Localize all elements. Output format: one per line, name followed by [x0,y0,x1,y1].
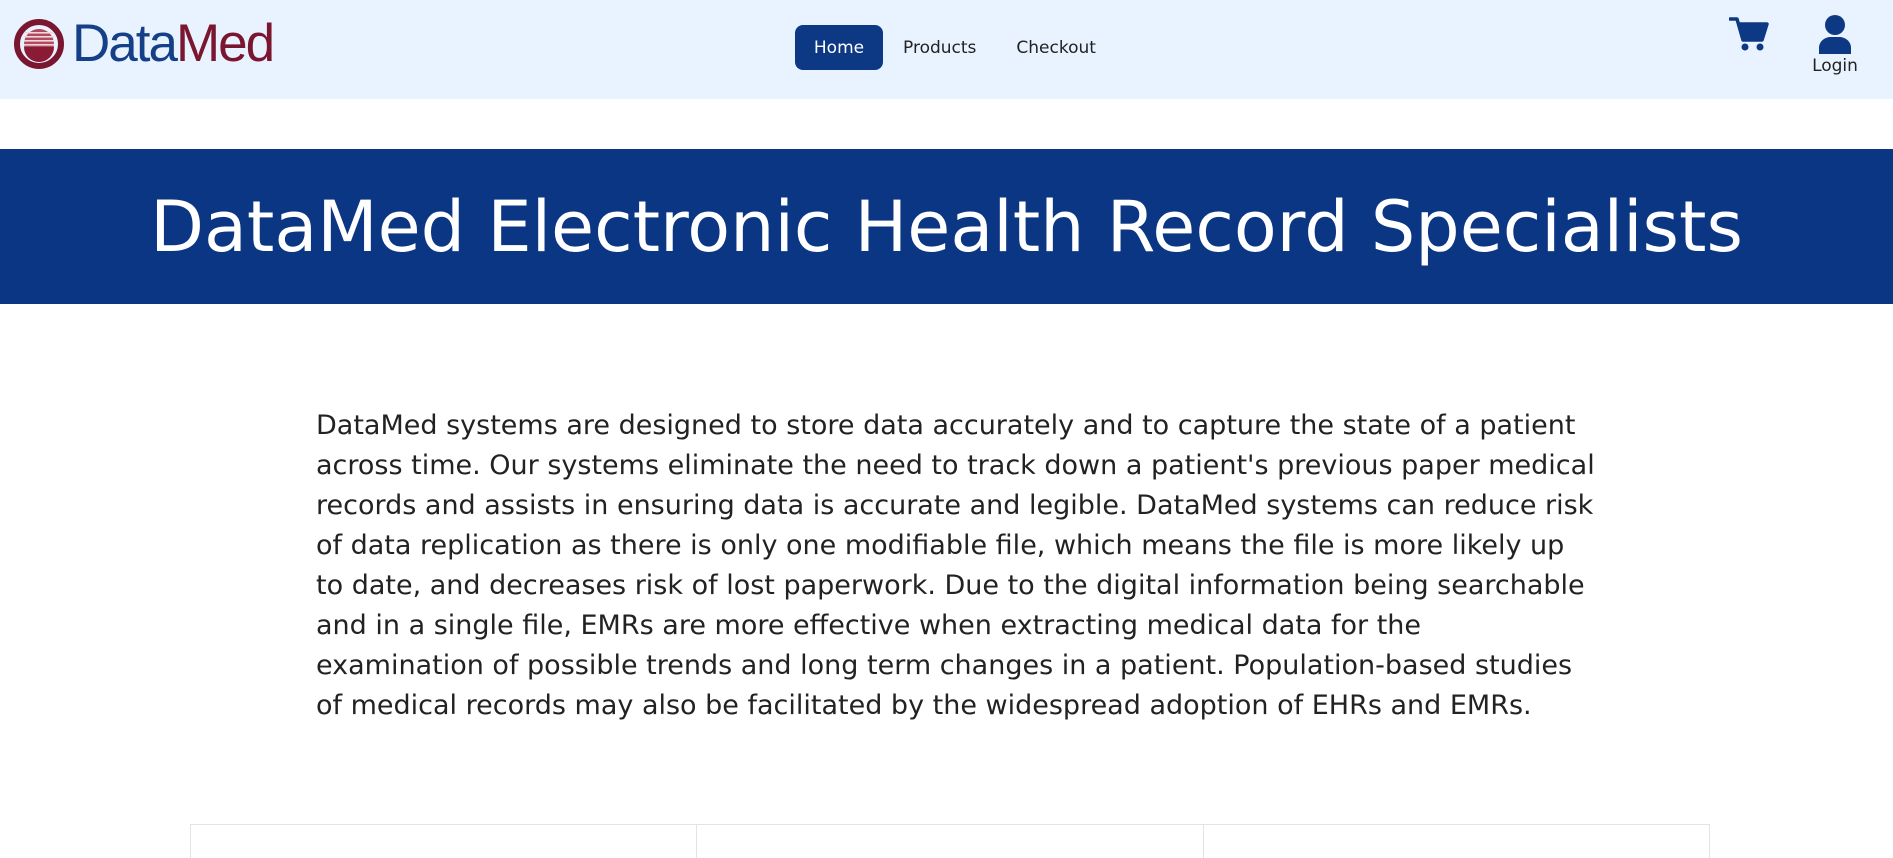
feature-card [1203,824,1710,858]
cart-button[interactable] [1728,16,1769,52]
login-label: Login [1812,56,1858,76]
nav-home-link[interactable]: Home [795,25,883,70]
hero-title: DataMed Electronic Health Record Special… [150,185,1743,268]
navbar: DataMed Home Products Checkout Login [0,0,1893,99]
main-nav: Home Products Checkout [795,25,1116,70]
login-button[interactable]: Login [1807,14,1863,80]
brand-logo-link[interactable]: DataMed [8,14,275,73]
datamed-logo-icon [14,19,64,69]
feature-card [697,824,1204,858]
nav-products-link[interactable]: Products [883,25,996,70]
intro-paragraph: DataMed systems are designed to store da… [316,410,1595,721]
feature-card [190,824,698,858]
brand-name-med: Med [175,14,275,73]
user-icon [1819,15,1851,54]
feature-cards [190,824,1710,858]
cart-icon [1728,17,1769,51]
brand-name: DataMed [72,14,275,73]
hero-banner: DataMed Electronic Health Record Special… [0,149,1893,304]
nav-checkout-link[interactable]: Checkout [996,25,1116,70]
brand-name-data: Data [72,14,178,73]
